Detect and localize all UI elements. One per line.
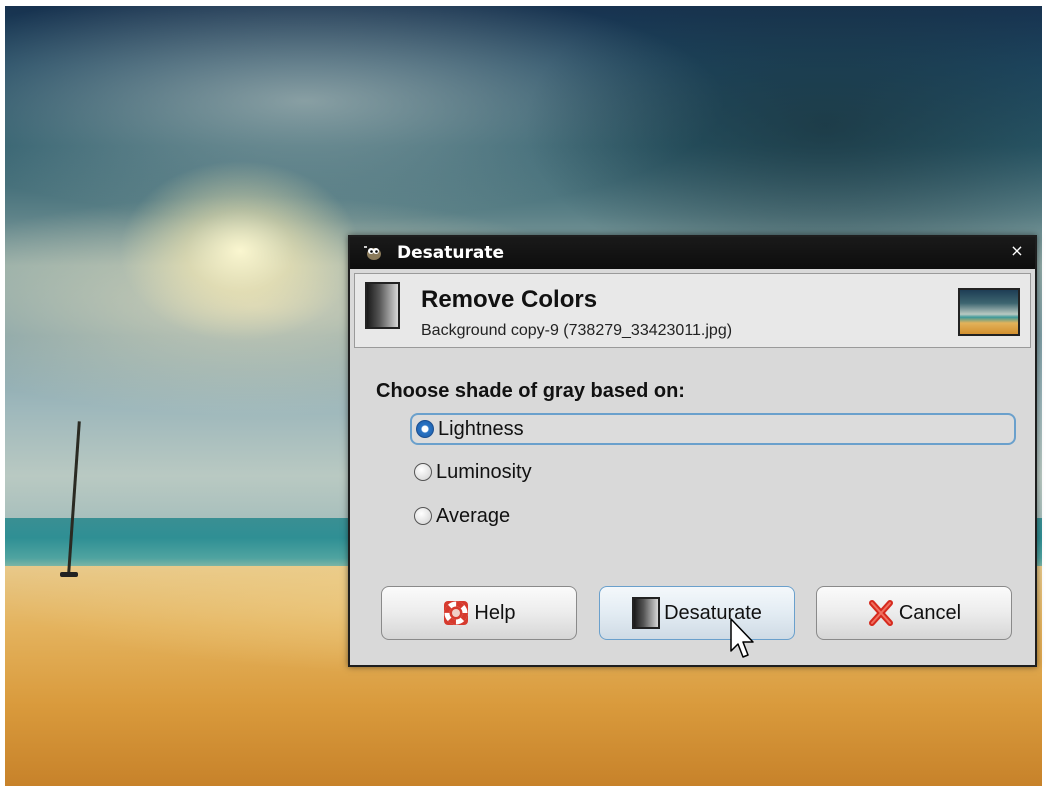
- radio-button[interactable]: [414, 507, 432, 525]
- dialog-header: Remove Colors Background copy-9 (738279_…: [354, 273, 1031, 348]
- desaturate-gradient-icon: [632, 597, 661, 629]
- help-button[interactable]: Help: [381, 586, 577, 640]
- help-button-label: Help: [474, 601, 516, 624]
- header-subtitle: Background copy-9 (738279_33423011.jpg): [421, 322, 733, 339]
- beach-pole-base: [60, 572, 78, 577]
- radio-label-luminosity: Luminosity: [436, 460, 532, 483]
- red-x-icon: [868, 600, 893, 626]
- radio-label-lightness: Lightness: [438, 417, 524, 440]
- cancel-button-label: Cancel: [898, 601, 962, 624]
- desaturate-gradient-icon: [365, 282, 400, 329]
- lifebuoy-icon: [444, 601, 469, 625]
- gimp-wilber-icon: [364, 246, 381, 260]
- cancel-button[interactable]: Cancel: [816, 586, 1012, 640]
- radio-button[interactable]: [414, 463, 432, 481]
- desaturate-button[interactable]: Desaturate: [599, 586, 795, 640]
- radio-option-luminosity[interactable]: Luminosity: [410, 456, 532, 488]
- close-icon[interactable]: ×: [1007, 241, 1027, 261]
- dialog-title: Desaturate: [397, 243, 504, 263]
- radio-option-average[interactable]: Average: [410, 500, 510, 532]
- sky-cloud-shadow: [525, 6, 1042, 246]
- section-label: Choose shade of gray based on:: [376, 380, 685, 402]
- dialog-titlebar[interactable]: Desaturate ×: [350, 237, 1035, 269]
- mouse-pointer-icon: [730, 618, 754, 658]
- radio-label-average: Average: [436, 504, 511, 527]
- header-title: Remove Colors: [421, 286, 598, 313]
- radio-option-lightness[interactable]: Lightness: [410, 413, 1016, 445]
- radio-button-checked[interactable]: [416, 420, 434, 438]
- image-thumbnail: [958, 288, 1020, 336]
- desaturate-dialog: Desaturate × Remove Colors Background co…: [348, 235, 1037, 667]
